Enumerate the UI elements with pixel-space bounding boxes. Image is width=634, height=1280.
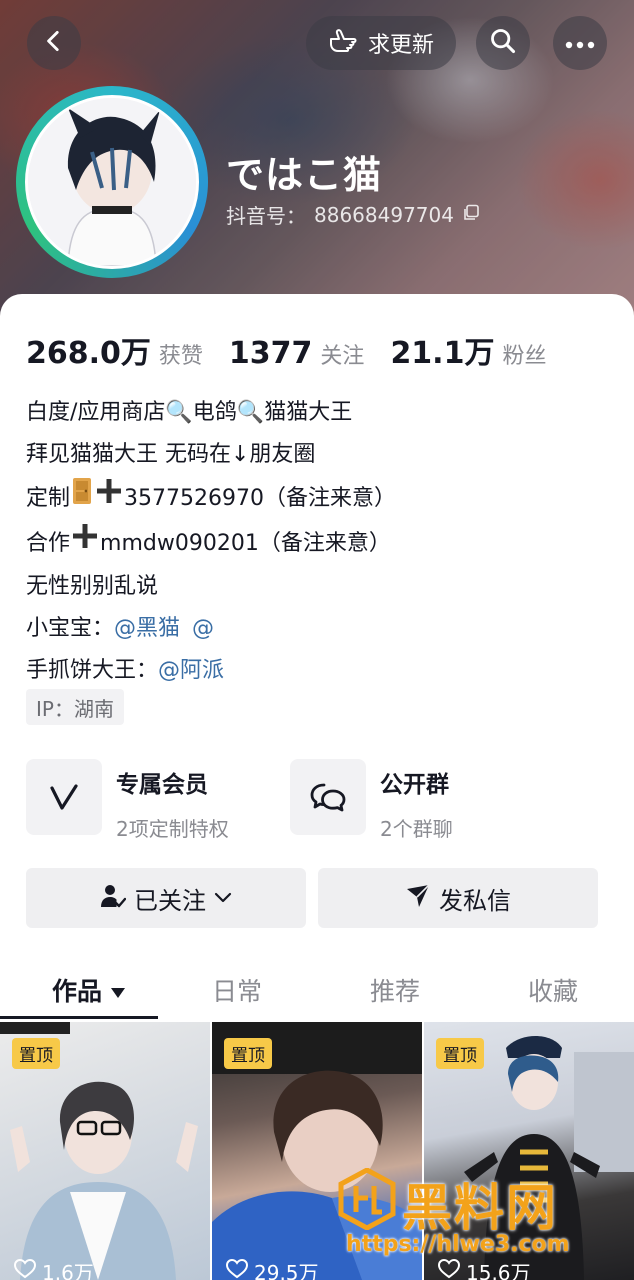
member-v-icon — [26, 759, 102, 835]
plus-icon — [94, 476, 124, 521]
following-count[interactable]: 1377 — [229, 336, 313, 371]
douyin-id-value: 88668497704 — [314, 202, 454, 227]
exclusive-member-entry[interactable]: 专属会员 2项定制特权 — [26, 759, 229, 842]
group-chat-icon — [290, 759, 366, 835]
tab-works-label: 作品 — [52, 977, 103, 1006]
active-tab-indicator — [0, 1016, 158, 1019]
likes-count: 268.0万 — [26, 336, 151, 371]
watermark-brand: 黑料网 — [402, 1179, 558, 1237]
send-message-label: 发私信 — [439, 886, 511, 915]
tab-daily[interactable]: 日常 — [212, 972, 262, 1008]
bio: 白度/应用商店🔍电鸽🔍猫猫大王 拜见猫猫大王 无码在↓朋友圈 定制 357752… — [26, 392, 616, 692]
douyin-id-label: 抖音号： — [226, 204, 306, 228]
door-icon — [70, 476, 94, 521]
plus-icon — [70, 521, 100, 566]
likes-count-label: 29.5万 — [254, 1261, 319, 1280]
chevron-left-icon — [41, 28, 67, 58]
followers-count[interactable]: 21.1万 — [390, 328, 494, 372]
bio-text: mmdw090201（备注来意） — [100, 530, 391, 556]
bio-line: 白度/应用商店🔍电鸽🔍猫猫大王 — [26, 400, 353, 425]
avatar[interactable] — [16, 86, 208, 278]
followed-button[interactable]: 已关注 — [26, 868, 306, 928]
likes-count-label: 1.6万 — [42, 1261, 94, 1280]
heart-icon — [13, 1258, 37, 1280]
video-likes: 1.6万 — [13, 1257, 94, 1280]
group-title: 公开群 — [380, 772, 449, 798]
bio-line: 定制 3577526970（备注来意） — [26, 476, 616, 521]
search-button[interactable] — [476, 16, 530, 70]
request-update-label: 求更新 — [367, 33, 434, 58]
tab-favorites[interactable]: 收藏 — [528, 972, 578, 1008]
likes-label: 获赞 — [158, 344, 203, 369]
hand-point-icon — [328, 27, 360, 59]
bio-text: 3577526970（备注来意） — [124, 485, 396, 511]
bio-text: 小宝宝： — [26, 616, 115, 641]
tab-works[interactable]: 作品 — [52, 972, 126, 1008]
bio-text: 定制 — [26, 485, 71, 511]
more-button[interactable] — [553, 16, 607, 70]
bio-text: 合作 — [26, 530, 71, 556]
bio-line: 手抓饼大王： @阿派 — [26, 650, 616, 692]
pinned-badge: 置顶 — [12, 1038, 60, 1069]
search-icon — [489, 27, 517, 59]
mention-link[interactable]: @黑猫 — [114, 608, 180, 650]
followers-label[interactable]: 粉丝 — [502, 338, 546, 370]
back-button[interactable] — [27, 16, 81, 70]
public-group-entry[interactable]: 公开群 2个群聊 — [290, 759, 453, 842]
pinned-badge: 置顶 — [436, 1038, 484, 1069]
caret-down-icon — [110, 976, 126, 1005]
bio-line: 无性别别乱说 — [26, 574, 159, 599]
content-tabs: 作品 日常 推荐 收藏 — [0, 962, 634, 1020]
avatar-image — [25, 95, 199, 269]
followed-label: 已关注 — [134, 886, 206, 915]
copy-icon[interactable] — [462, 204, 480, 226]
user-check-icon — [100, 883, 127, 913]
send-icon — [405, 883, 431, 913]
heart-icon — [225, 1258, 249, 1280]
video-tile[interactable]: 置顶 1.6万 — [0, 1022, 210, 1280]
send-message-button[interactable]: 发私信 — [318, 868, 598, 928]
bio-line: 小宝宝： @黑猫 @ — [26, 608, 616, 650]
bio-line: 拜见猫猫大王 无码在↓朋友圈 — [26, 442, 316, 467]
pinned-badge: 置顶 — [224, 1038, 272, 1069]
chevron-down-icon — [214, 889, 232, 908]
profile-nickname: ではこ猫 — [226, 153, 383, 197]
video-likes: 29.5万 — [225, 1257, 319, 1280]
mention-link[interactable]: @阿派 — [158, 650, 224, 692]
group-subtitle: 2个群聊 — [380, 817, 453, 841]
tab-recommended[interactable]: 推荐 — [370, 972, 420, 1008]
watermark-url: https://hlwe3.com — [346, 1232, 570, 1257]
douyin-id-row[interactable]: 抖音号： 88668497704 — [226, 200, 480, 229]
watermark-logo-icon — [338, 1167, 396, 1234]
bio-text: 手抓饼大王： — [26, 658, 159, 683]
watermark: 黑料网 https://hlwe3.com — [338, 1167, 628, 1268]
bio-line: 合作 mmdw090201（备注来意） — [26, 521, 616, 566]
following-label[interactable]: 关注 — [320, 338, 364, 370]
ip-location-tag: IP：湖南 — [26, 689, 124, 725]
profile-card: 268.0万 获赞 1377 关注 21.1万 粉丝 白度/应用商店🔍电鸽🔍猫猫… — [0, 294, 634, 1280]
member-title: 专属会员 — [116, 772, 208, 798]
member-subtitle: 2项定制特权 — [116, 817, 229, 841]
request-update-button[interactable]: 求更新 — [306, 16, 456, 70]
stats-row: 268.0万 获赞 1377 关注 21.1万 粉丝 — [26, 328, 572, 372]
more-dots-icon — [565, 34, 595, 53]
mention-link[interactable]: @ — [192, 608, 214, 650]
